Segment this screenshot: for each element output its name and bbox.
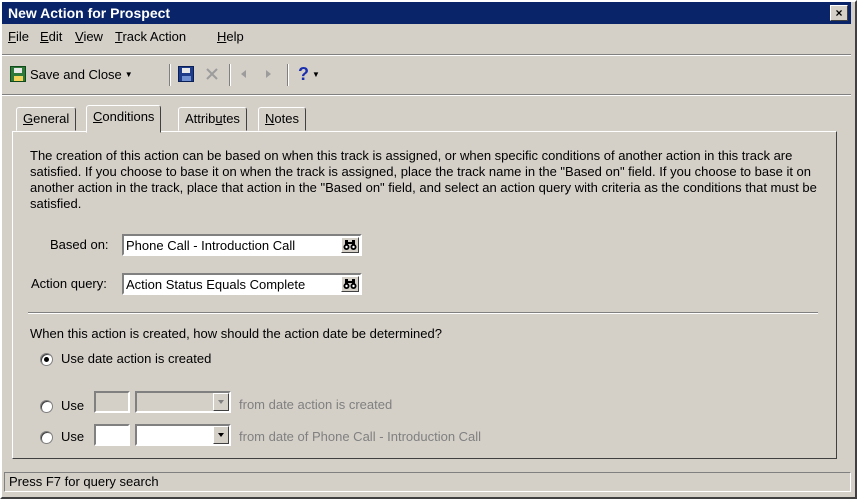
chevron-down-icon[interactable]: [213, 426, 229, 444]
menu-help[interactable]: Help: [217, 29, 244, 44]
option2-label[interactable]: Use: [61, 398, 84, 413]
binoculars-icon: [343, 279, 357, 289]
radio-use-date-created[interactable]: [40, 353, 53, 366]
save-close-icon: [10, 66, 26, 82]
radio-use-offset-created[interactable]: [40, 400, 53, 413]
window-title: New Action for Prospect: [8, 5, 171, 21]
tab-general[interactable]: General: [16, 107, 77, 131]
save-and-close-label: Save and Close: [30, 66, 122, 82]
tab-attributes[interactable]: Attributes: [178, 107, 247, 131]
help-button[interactable]: ? ▼: [298, 62, 320, 86]
chevron-down-icon: [213, 393, 229, 411]
save-button[interactable]: [178, 62, 194, 86]
title-bar: New Action for Prospect ×: [2, 2, 851, 24]
option3-label[interactable]: Use: [61, 429, 84, 444]
option3-suffix: from date of Phone Call - Introduction C…: [239, 429, 482, 444]
option3-unit-dropdown[interactable]: [135, 424, 231, 446]
action-query-label: Action query:: [31, 276, 107, 291]
toolbar-divider: [287, 64, 289, 86]
status-text: Press F7 for query search: [9, 474, 159, 489]
save-icon: [178, 66, 194, 82]
close-button[interactable]: ×: [830, 5, 848, 21]
delete-button: [204, 62, 220, 86]
toolbar-divider: [229, 64, 231, 86]
menu-track-action[interactable]: Track Action: [115, 29, 186, 44]
toolbar-separator: [2, 94, 851, 96]
option2-number-field: [94, 391, 130, 413]
section-divider: [28, 312, 818, 314]
dropdown-arrow-icon[interactable]: ▼: [125, 70, 133, 79]
binoculars-icon: [343, 240, 357, 250]
next-icon: [266, 70, 271, 78]
tab-notes[interactable]: Notes: [258, 107, 306, 131]
menu-file[interactable]: File: [8, 29, 29, 44]
based-on-value: Phone Call - Introduction Call: [126, 238, 296, 253]
option1-label[interactable]: Use date action is created: [61, 351, 211, 366]
menu-view[interactable]: View: [75, 29, 103, 44]
based-on-label: Based on:: [50, 237, 109, 252]
action-query-field[interactable]: Action Status Equals Complete: [122, 273, 362, 295]
previous-button: [238, 62, 250, 86]
menu-edit[interactable]: Edit: [40, 29, 62, 44]
radio-use-offset-based-on[interactable]: [40, 431, 53, 444]
next-button: [262, 62, 274, 86]
help-icon: ?: [298, 63, 309, 84]
option3-number-field[interactable]: [94, 424, 130, 446]
toolbar-divider: [169, 64, 171, 86]
date-question: When this action is created, how should …: [30, 326, 442, 341]
menu-bar: File Edit View Track Action Help: [2, 26, 851, 48]
status-bar: Press F7 for query search: [4, 472, 851, 492]
save-and-close-button[interactable]: Save and Close ▼: [10, 62, 133, 86]
menu-separator: [2, 54, 851, 56]
action-query-value: Action Status Equals Complete: [126, 277, 306, 292]
based-on-search-button[interactable]: [341, 237, 359, 253]
option2-suffix: from date action is created: [239, 397, 393, 412]
tab-conditions[interactable]: Conditions: [86, 105, 162, 133]
conditions-description: The creation of this action can be based…: [30, 148, 817, 211]
based-on-field[interactable]: Phone Call - Introduction Call: [122, 234, 362, 256]
delete-icon: [206, 68, 218, 80]
help-dropdown-arrow-icon[interactable]: ▼: [312, 70, 320, 79]
option2-unit-dropdown: [135, 391, 231, 413]
previous-icon: [241, 70, 246, 78]
action-query-search-button[interactable]: [341, 276, 359, 292]
toolbar: Save and Close ▼ ? ▼: [2, 60, 851, 90]
